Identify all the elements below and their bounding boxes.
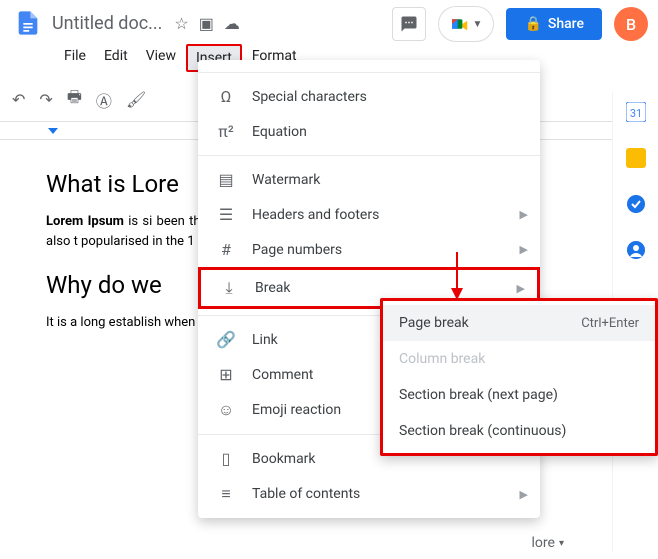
share-button[interactable]: 🔒 Share: [506, 8, 602, 40]
avatar[interactable]: B: [614, 7, 648, 41]
share-label: Share: [548, 16, 584, 32]
submenu-column-break: Column break: [383, 341, 655, 377]
menu-item-toc[interactable]: ≡Table of contents▶: [198, 476, 540, 512]
menu-edit[interactable]: Edit: [96, 44, 136, 72]
keep-icon[interactable]: [626, 148, 646, 168]
lock-icon: 🔒: [524, 16, 541, 32]
menu-item-watermark[interactable]: ▤Watermark: [198, 162, 540, 197]
annotation-arrow: [448, 250, 466, 304]
submenu-page-break[interactable]: Page break Ctrl+Enter: [383, 305, 655, 341]
spellcheck-icon[interactable]: Ⓐ: [96, 88, 112, 112]
chevron-right-icon: ▶: [517, 282, 525, 295]
headers-icon: ☰: [216, 205, 236, 224]
submenu-section-next[interactable]: Section break (next page): [383, 377, 655, 413]
paint-format-icon[interactable]: 🖌: [126, 90, 146, 109]
indent-marker[interactable]: [48, 128, 58, 134]
svg-text:31: 31: [629, 107, 641, 120]
chevron-right-icon: ▶: [520, 488, 528, 501]
chevron-down-icon: ▾: [559, 538, 564, 549]
menu-item-equation[interactable]: π²Equation: [198, 114, 540, 149]
comment-icon: ⊞: [216, 365, 236, 384]
move-icon[interactable]: ▣: [199, 14, 214, 33]
document-title[interactable]: Untitled doc...: [52, 13, 162, 34]
chevron-down-icon: ▼: [472, 19, 482, 30]
watermark-icon: ▤: [216, 170, 236, 189]
print-icon[interactable]: 🖶: [67, 86, 82, 113]
pi-icon: π²: [216, 122, 236, 141]
chevron-right-icon: ▶: [520, 243, 528, 256]
cloud-icon[interactable]: ☁: [224, 14, 240, 33]
menu-file[interactable]: File: [56, 44, 94, 72]
emoji-icon: ☺: [216, 400, 236, 420]
tasks-icon[interactable]: [626, 194, 646, 214]
break-submenu: Page break Ctrl+Enter Column break Secti…: [380, 298, 658, 456]
submenu-section-continuous[interactable]: Section break (continuous): [383, 413, 655, 449]
redo-icon[interactable]: ↷: [39, 90, 52, 109]
toc-icon: ≡: [216, 484, 236, 504]
menu-item-page-numbers[interactable]: #Page numbers▶: [198, 232, 540, 267]
star-icon[interactable]: ☆: [174, 14, 188, 33]
menu-view[interactable]: View: [138, 44, 184, 72]
break-icon: ⤓: [219, 278, 239, 298]
contacts-icon[interactable]: [626, 240, 646, 260]
link-icon: 🔗: [216, 330, 236, 349]
explore-button[interactable]: lore ▾: [532, 535, 564, 551]
calendar-icon[interactable]: 31: [626, 102, 646, 122]
bookmark-icon: ▯: [216, 449, 236, 468]
comments-button[interactable]: [392, 7, 426, 41]
docs-logo[interactable]: [10, 5, 46, 41]
undo-icon[interactable]: ↶: [12, 90, 25, 109]
hash-icon: #: [216, 240, 236, 259]
menu-item-special-characters[interactable]: ΩSpecial characters: [198, 79, 540, 114]
omega-icon: Ω: [216, 87, 236, 106]
meet-button[interactable]: ▼: [438, 6, 494, 42]
chevron-right-icon: ▶: [520, 208, 528, 221]
menu-item-headers-footers[interactable]: ☰Headers and footers▶: [198, 197, 540, 232]
shortcut-label: Ctrl+Enter: [581, 316, 639, 331]
